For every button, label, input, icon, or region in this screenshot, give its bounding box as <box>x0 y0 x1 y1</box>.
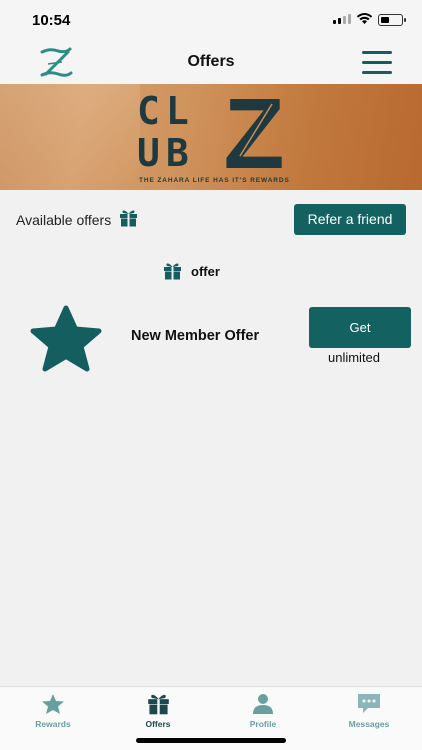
offer-name: New Member Offer <box>131 328 260 344</box>
status-time: 10:54 <box>32 12 71 29</box>
wifi-icon <box>356 13 373 24</box>
gift-icon <box>164 263 181 280</box>
tab-rewards[interactable]: Rewards <box>13 693 93 729</box>
battery-icon <box>378 14 406 26</box>
tab-label: Profile <box>249 719 277 729</box>
tab-label: Messages <box>348 719 390 729</box>
offer-card: New Member Offer Get unlimited <box>0 300 422 380</box>
star-icon <box>30 305 102 372</box>
offer-limit: unlimited <box>327 350 381 365</box>
tab-label: Offers <box>145 719 171 729</box>
page-title: Offers <box>187 53 235 70</box>
user-icon <box>253 694 273 714</box>
chat-icon <box>358 694 380 713</box>
signal-icon <box>333 14 351 24</box>
tab-label: Rewards <box>35 719 71 729</box>
banner-club-text: CL UB <box>137 89 195 175</box>
tab-profile[interactable]: Profile <box>223 693 303 729</box>
star-icon <box>42 694 64 714</box>
home-indicator <box>136 738 286 743</box>
available-offers-label: Available offers <box>16 212 112 228</box>
hamburger-menu-icon[interactable] <box>362 51 392 75</box>
gift-icon <box>120 210 137 227</box>
offers-toolbar: Available offers Refer a friend <box>0 204 422 236</box>
app-header: Offers <box>0 42 422 84</box>
banner-z-logo: Z <box>223 90 284 174</box>
refer-a-friend-button[interactable]: Refer a friend <box>294 204 406 235</box>
status-bar: 10:54 <box>0 0 422 42</box>
club-z-banner: CL UB Z THE ZAHARA LIFE HAS IT'S REWARDS <box>0 84 422 190</box>
banner-tagline: THE ZAHARA LIFE HAS IT'S REWARDS <box>139 177 290 184</box>
tab-messages[interactable]: Messages <box>329 693 409 729</box>
offer-section-heading: offer <box>163 260 220 282</box>
get-offer-button[interactable]: Get <box>309 307 411 348</box>
gift-icon <box>147 694 169 715</box>
offer-section-label: offer <box>191 263 220 279</box>
tab-offers[interactable]: Offers <box>118 693 198 729</box>
